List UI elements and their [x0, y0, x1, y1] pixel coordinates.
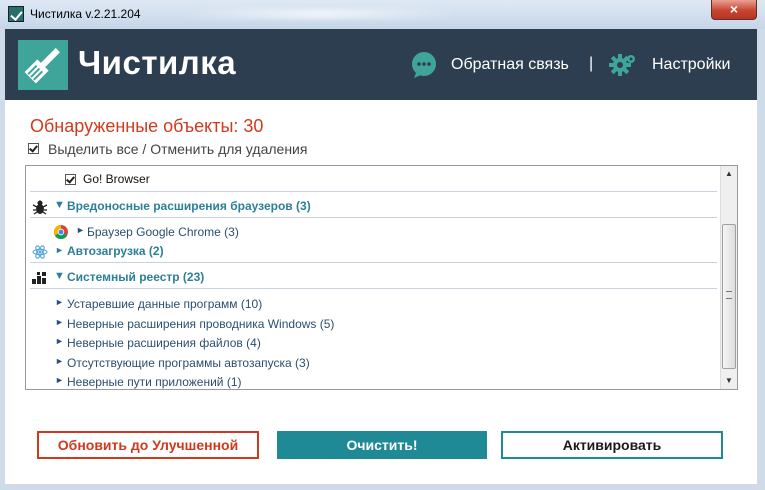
- expand-arrow-icon[interactable]: ►: [55, 336, 64, 346]
- scroll-down-arrow-icon[interactable]: ▼: [721, 373, 737, 389]
- blurred-title-area: [178, 9, 458, 19]
- expand-arrow-icon[interactable]: ►: [55, 245, 64, 255]
- list-divider: [30, 262, 717, 263]
- list-item-label: Go! Browser: [83, 172, 150, 186]
- title-bar: Чистилка v.2.21.204 ×: [0, 0, 765, 29]
- category-registry[interactable]: ▼ Системный реестр (23): [26, 269, 719, 287]
- app-header: Чистилка Обратная связь | Настройки: [5, 29, 757, 100]
- list-item-top[interactable]: Go! Browser: [26, 170, 719, 188]
- category-label: Автозагрузка (2): [67, 244, 164, 258]
- list-item-registry[interactable]: ► Отсутствующие программы автозапуска (3…: [26, 354, 719, 372]
- scrollbar-thumb[interactable]: [722, 224, 736, 369]
- category-autostart[interactable]: ► Автозагрузка (2): [26, 243, 719, 261]
- chat-bubble-icon[interactable]: [410, 51, 438, 79]
- list-item-registry[interactable]: ► Неверные расширения проводника Windows…: [26, 315, 719, 333]
- scroll-up-arrow-icon[interactable]: ▲: [721, 166, 737, 182]
- list-item-label: Отсутствующие программы автозапуска (3): [67, 356, 310, 370]
- list-item-chrome[interactable]: ► Браузер Google Chrome (3): [26, 223, 719, 241]
- list-item-label: Неверные расширения файлов (4): [67, 336, 261, 350]
- list-item-registry[interactable]: ► Устаревшие данные программ (10): [26, 295, 719, 313]
- expand-arrow-icon[interactable]: ►: [55, 375, 64, 385]
- expand-arrow-icon[interactable]: ►: [55, 317, 64, 327]
- category-browser-extensions[interactable]: ▼ Вредоносные расширения браузеров (3): [26, 198, 719, 216]
- broom-logo-icon: [18, 40, 68, 90]
- select-all-label[interactable]: Выделить все / Отменить для удаления: [48, 141, 307, 157]
- app-logo-text: Чистилка: [78, 44, 237, 81]
- category-label: Вредоносные расширения браузеров (3): [67, 199, 311, 213]
- clean-button[interactable]: Очистить!: [277, 431, 487, 459]
- expand-arrow-icon[interactable]: ►: [55, 297, 64, 307]
- main-window: Чистилка Обратная связь | Настройки Обна…: [5, 29, 757, 484]
- expand-arrow-icon[interactable]: ►: [55, 356, 64, 366]
- upgrade-button[interactable]: Обновить до Улучшенной: [37, 431, 259, 459]
- chrome-icon: [53, 224, 68, 240]
- expand-arrow-icon[interactable]: ►: [76, 225, 85, 235]
- list-item-label: Браузер Google Chrome (3): [87, 225, 239, 239]
- list-item-registry[interactable]: ► Неверные пути приложений (1): [26, 373, 719, 389]
- app-check-icon: [8, 6, 24, 22]
- list-divider: [30, 288, 717, 289]
- list-divider: [30, 191, 717, 192]
- list-item-registry[interactable]: ► Неверные расширения файлов (4): [26, 334, 719, 352]
- scrollbar-grip: [726, 291, 732, 299]
- feedback-link[interactable]: Обратная связь: [451, 56, 569, 74]
- atom-icon: [32, 245, 48, 259]
- list-item-label: Устаревшие данные программ (10): [67, 297, 263, 311]
- header-separator: |: [589, 55, 594, 72]
- list-scrollbar[interactable]: ▲ ▼: [720, 166, 737, 389]
- results-list[interactable]: Go! Browser ▼ Вредоносные расширения бра…: [25, 165, 738, 390]
- list-item-label: Неверные расширения проводника Windows (…: [67, 317, 335, 331]
- item-checkbox[interactable]: [65, 174, 76, 185]
- gear-icon[interactable]: [609, 51, 637, 79]
- found-objects-count: Обнаруженные объекты: 30: [30, 116, 264, 136]
- expand-chevron-icon[interactable]: ▼: [54, 270, 65, 282]
- settings-link[interactable]: Настройки: [652, 56, 730, 74]
- category-label: Системный реестр (23): [67, 270, 205, 284]
- window-title: Чистилка v.2.21.204: [30, 7, 141, 21]
- registry-icon: [32, 272, 46, 284]
- list-item-label: Неверные пути приложений (1): [67, 375, 242, 389]
- bug-icon: [32, 200, 48, 215]
- list-divider: [30, 217, 717, 218]
- select-all-checkbox[interactable]: [28, 143, 39, 154]
- close-button[interactable]: ×: [711, 0, 757, 20]
- expand-chevron-icon[interactable]: ▼: [54, 199, 65, 211]
- activate-button[interactable]: Активировать: [501, 431, 723, 459]
